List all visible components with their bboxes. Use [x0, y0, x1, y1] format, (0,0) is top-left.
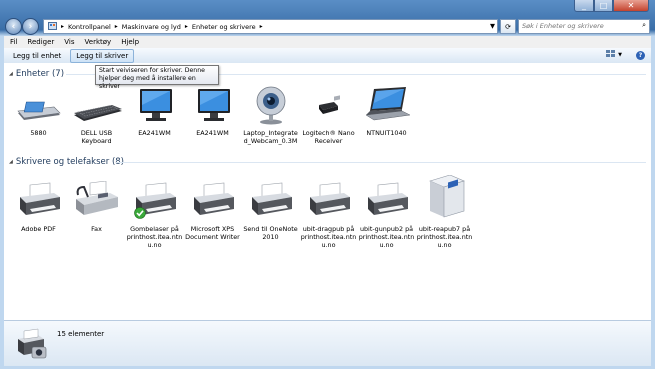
device-item[interactable]: Laptop_Integrate d_Webcam_0.3M	[242, 85, 299, 145]
usb-receiver-icon	[304, 85, 354, 125]
printer-label: Adobe PDF	[21, 225, 56, 233]
printer-label: Send til OneNote 2010	[243, 225, 298, 241]
toolbar-right: ▼ ?	[606, 50, 645, 60]
printer-label: Gombelaser på printhost.itea.ntn u.no	[126, 225, 183, 249]
printer-label: Fax	[91, 225, 102, 233]
devices-group-header[interactable]: ◢ Enheter (7)	[9, 69, 64, 79]
printer-icon	[14, 181, 64, 221]
address-bar[interactable]: ▸ Kontrollpanel ▸ Maskinvare og lyd ▸ En…	[43, 19, 498, 34]
printer-item[interactable]: Adobe PDF	[10, 181, 67, 233]
device-label: EA241WM	[138, 129, 171, 137]
item-count: 15 elementer	[57, 330, 105, 338]
device-label: Logitech® Nano Receiver	[302, 129, 355, 145]
keyboard-icon	[72, 85, 122, 125]
printer-item[interactable]: ubit-dragpub på printhost.itea.ntn u.no	[300, 181, 357, 249]
printer-icon	[304, 181, 354, 221]
search-input[interactable]	[522, 22, 632, 30]
window-controls: _ □ ✕	[574, 0, 649, 12]
window-frame: _ □ ✕ ‹ › ▸ Kontrollpanel ▸ Maskinvare o…	[0, 0, 655, 369]
minimize-button[interactable]: _	[574, 0, 594, 12]
device-item[interactable]: EA241WM	[184, 85, 241, 137]
fax-icon	[72, 180, 122, 221]
chevron-right-icon: ▸	[61, 23, 65, 30]
printer-icon	[362, 181, 412, 221]
collapse-icon[interactable]: ◢	[9, 159, 13, 165]
device-item[interactable]: Logitech® Nano Receiver	[300, 85, 357, 145]
chevron-right-icon[interactable]: ▸	[115, 23, 118, 30]
add-printer-button[interactable]: Legg til skriver	[70, 48, 135, 63]
device-item[interactable]: EA241WM	[126, 85, 183, 137]
chevron-right-icon[interactable]: ▸	[260, 23, 263, 30]
device-label: DELL USB Keyboard	[80, 129, 113, 145]
printers-group-header[interactable]: ◢ Skrivere og telefakser (8)	[9, 157, 124, 167]
printer-item[interactable]: ubit-gunpub2 på printhost.itea.ntn u.no	[358, 181, 415, 249]
control-panel-icon	[48, 21, 57, 32]
device-label: NTNUIT1040	[366, 129, 407, 137]
monitor-icon	[188, 85, 238, 125]
menu-vis[interactable]: Vis	[64, 38, 74, 46]
device-label: EA241WM	[196, 129, 229, 137]
laptop-icon	[362, 85, 412, 125]
device-label: 5880	[30, 129, 47, 137]
menu-fil[interactable]: Fil	[10, 38, 17, 46]
address-dropdown-icon[interactable]: ▼	[490, 22, 495, 30]
printer-icon	[188, 181, 238, 221]
printer-item[interactable]: ubit-reapub7 på printhost.itea.ntn u.no	[416, 174, 473, 249]
printer-item[interactable]: Fax	[68, 180, 125, 233]
group-divider	[116, 162, 646, 163]
printers-group-title: Skrivere og telefakser (8)	[15, 157, 125, 167]
close-button[interactable]: ✕	[613, 0, 649, 12]
printer-label: ubit-dragpub på printhost.itea.ntn u.no	[300, 225, 357, 249]
breadcrumb-enheter[interactable]: Enheter og skrivere	[192, 23, 256, 31]
network-printer-icon	[420, 174, 470, 221]
title-bar: _ □ ✕ ‹ › ▸ Kontrollpanel ▸ Maskinvare o…	[0, 0, 655, 36]
chevron-down-icon[interactable]: ▼	[618, 52, 622, 58]
device-list: ◢ Enheter (7) ◢ Skrivere og telefakser (…	[4, 63, 651, 320]
chevron-right-icon[interactable]: ▸	[185, 23, 188, 30]
refresh-button[interactable]: ⟳	[500, 19, 516, 34]
device-item[interactable]: 5880	[10, 85, 67, 137]
search-icon[interactable]: ⌕	[642, 21, 646, 30]
search-box[interactable]: ⌕	[518, 19, 650, 34]
details-pane: 15 elementer	[4, 320, 651, 366]
printer-label: ubit-gunpub2 på printhost.itea.ntn u.no	[358, 225, 415, 249]
menu-bar: Fil Rediger Vis Verktøy Hjelp	[4, 36, 651, 48]
breadcrumb-kontrollpanel[interactable]: Kontrollpanel	[68, 23, 111, 31]
devices-camera-icon	[14, 327, 50, 361]
card-reader-icon	[14, 85, 64, 125]
breadcrumb-maskinvare[interactable]: Maskinvare og lyd	[122, 23, 181, 31]
device-item[interactable]: NTNUIT1040	[358, 85, 415, 137]
collapse-icon[interactable]: ◢	[9, 71, 13, 77]
devices-group-title: Enheter (7)	[15, 69, 65, 79]
forward-button[interactable]: ›	[22, 18, 39, 35]
menu-hjelp[interactable]: Hjelp	[121, 38, 139, 46]
device-item[interactable]: DELL USB Keyboard	[68, 85, 125, 145]
printer-icon	[246, 181, 296, 221]
device-label: Laptop_Integrate d_Webcam_0.3M	[243, 129, 298, 145]
menu-verktoy[interactable]: Verktøy	[85, 38, 112, 46]
back-button[interactable]: ‹	[5, 18, 22, 35]
command-bar: Legg til enhet Legg til skriver ▼ ?	[4, 48, 651, 64]
printer-label: Microsoft XPS Document Writer	[185, 225, 240, 241]
menu-rediger[interactable]: Rediger	[27, 38, 54, 46]
printer-item[interactable]: Gombelaser på printhost.itea.ntn u.no	[126, 181, 183, 249]
printer-item[interactable]: Send til OneNote 2010	[242, 181, 299, 241]
monitor-icon	[130, 85, 180, 125]
printer-item[interactable]: Microsoft XPS Document Writer	[184, 181, 241, 241]
webcam-icon	[246, 85, 296, 125]
default-printer-check-icon	[133, 207, 146, 221]
maximize-button[interactable]: □	[594, 0, 613, 12]
add-device-button[interactable]: Legg til enhet	[8, 50, 66, 62]
help-icon[interactable]: ?	[636, 50, 645, 60]
printer-label: ubit-reapub7 på printhost.itea.ntn u.no	[416, 225, 473, 249]
view-options-icon[interactable]	[606, 50, 616, 60]
add-printer-tooltip: Start veiviseren for skriver. Denne hjel…	[95, 65, 219, 90]
printer-icon	[130, 181, 180, 221]
